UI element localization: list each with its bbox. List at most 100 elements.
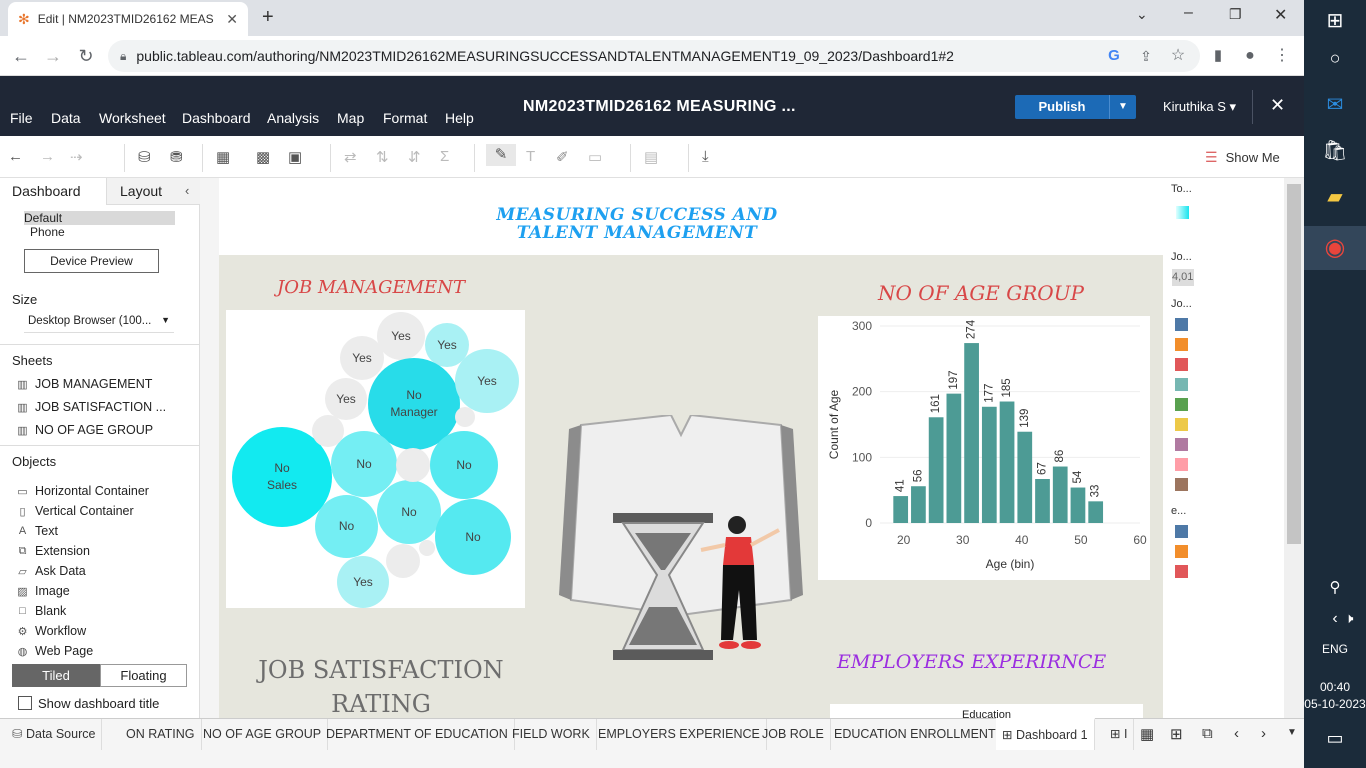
browser-tab[interactable]: ✻ Edit | NM2023TMID26162 MEAS ✕ [8,2,248,36]
vertical-scrollbar[interactable] [1284,178,1304,718]
histogram-bar[interactable] [1035,479,1050,523]
close-window-button[interactable]: ✕ [1274,5,1287,25]
publish-button[interactable]: Publish ▼ [1015,95,1136,119]
sort-asc-icon[interactable]: ⇅ [376,148,389,166]
mail-icon[interactable]: ✉ [1304,92,1366,117]
new-sheet-icon[interactable]: ▦ [216,148,230,166]
bubble-small[interactable] [396,448,430,482]
job-management-chart[interactable]: Yes Yes Yes Yes No Manager Yes No Sales No… [226,310,525,608]
reload-icon[interactable]: ↻ [74,44,98,68]
duplicate-sheet-icon[interactable]: ▩ [256,148,270,166]
scroll-thumb[interactable] [1287,184,1301,544]
histogram-bar[interactable] [928,417,944,523]
show-title-checkbox[interactable] [18,696,32,710]
menu-file[interactable]: File [10,110,33,126]
menu-analysis[interactable]: Analysis [267,110,319,126]
tab-dashboard-1[interactable]: ⊞ Dashboard 1 [996,718,1095,750]
labels-icon[interactable]: T [526,148,535,165]
tab-job-role[interactable]: JOB ROLE [756,719,831,750]
histogram-bar[interactable] [964,343,979,523]
browser-menu-icon[interactable]: ⋮ [1270,44,1294,68]
device-phone[interactable]: Phone [30,225,65,239]
legend-jo-swatch[interactable] [1175,438,1188,451]
presentation-icon[interactable]: ▤ [644,148,658,166]
histogram-bar[interactable] [1017,431,1033,523]
device-preview-button[interactable]: Device Preview [24,249,159,273]
employers-experience-chart[interactable]: Education [830,704,1143,718]
object-image[interactable]: ▨ Image [16,584,69,598]
google-icon[interactable]: G [1102,44,1126,68]
histogram-bar[interactable] [1052,466,1068,523]
object-blank[interactable]: □ Blank [16,604,66,618]
tab-data-source[interactable]: ⛁ Data Source [6,719,103,750]
menu-worksheet[interactable]: Worksheet [99,110,166,126]
tab-next-hidden[interactable]: ⊞ I [1104,719,1135,750]
chrome-icon[interactable]: ◉ [1304,226,1366,270]
windows-start-icon[interactable]: ⊞ [1304,8,1366,33]
legend-jo-swatch[interactable] [1175,478,1188,491]
object-web-page[interactable]: ◍ Web Page [16,644,93,658]
highlight-icon[interactable]: ✎ [486,144,516,166]
new-tab-button[interactable]: + [262,6,274,29]
tab-search-icon[interactable]: ⌄ [1136,6,1148,23]
histogram-bar[interactable] [981,406,997,523]
legend-jo-swatch[interactable] [1175,398,1188,411]
tabs-menu-icon[interactable]: ▼ [1287,727,1297,738]
legend-e-swatch[interactable] [1175,525,1188,538]
side-panel-icon[interactable]: ▮ [1206,44,1230,68]
new-story-icon[interactable]: ⧉ [1202,725,1213,742]
bubble-yes-1[interactable]: Yes [377,312,425,360]
legend-e-swatch[interactable] [1175,545,1188,558]
new-dashboard-icon[interactable]: ⊞ [1170,725,1183,743]
bubble-yes-4[interactable]: Yes [325,378,367,420]
bubble-small[interactable] [419,540,435,556]
download-icon[interactable]: ⤓ [702,148,709,165]
back-icon[interactable]: ← [9,44,33,68]
bubble-yes-3[interactable]: Yes [340,336,384,380]
tab-dashboard[interactable]: Dashboard [0,178,106,205]
object-ask-data[interactable]: ▱ Ask Data [16,564,85,578]
collapse-pane-icon[interactable]: ‹ [185,183,189,198]
chevron-down-icon[interactable]: ▼ [1110,95,1136,119]
bubble-no-5[interactable]: No [435,499,511,575]
share-icon[interactable]: ⇪ [1134,44,1158,68]
new-datasource-icon[interactable]: ⛁ [138,148,151,166]
histogram-bar[interactable] [1070,487,1086,523]
language-indicator[interactable]: ENG [1304,642,1366,656]
object-horizontal-container[interactable]: ▭ Horizontal Container [16,484,149,498]
close-authoring-icon[interactable]: ✕ [1270,95,1285,116]
scroll-tabs-left-icon[interactable]: ‹ [1234,725,1239,742]
totals-icon[interactable]: Σ [440,148,449,165]
undo-icon[interactable]: ← [8,148,23,165]
bubble-yes-5[interactable]: Yes [455,349,519,413]
bubble-small[interactable] [312,415,344,447]
histogram-bar[interactable] [946,393,962,523]
bubble-no-3[interactable]: No [315,495,378,558]
profile-avatar-icon[interactable]: ● [1238,44,1262,68]
bubble-yes-6[interactable]: Yes [337,556,389,608]
tiled-button[interactable]: Tiled [12,664,100,687]
size-select[interactable]: Desktop Browser (100... ▼ [24,315,174,333]
people-icon[interactable]: ⚲ [1304,578,1366,596]
legend-e-swatch[interactable] [1175,565,1188,578]
menu-format[interactable]: Format [383,110,427,126]
object-extension[interactable]: ⧉ Extension [16,544,90,558]
new-worksheet-icon[interactable]: ▦ [1140,725,1154,743]
bookmark-star-icon[interactable]: ☆ [1166,44,1190,68]
sort-desc-icon[interactable]: ⇵ [408,148,421,166]
floating-button[interactable]: Floating [100,664,187,687]
clock-date[interactable]: 05-10-2023 [1304,697,1366,711]
legend-jo-swatch[interactable] [1175,318,1188,331]
cortana-icon[interactable]: ○ [1304,48,1366,69]
object-text[interactable]: A Text [16,524,58,538]
clock-time[interactable]: 00:40 [1304,680,1366,694]
tab-on-rating[interactable]: ON RATING [120,719,202,750]
legend-jo-swatch[interactable] [1175,378,1188,391]
menu-help[interactable]: Help [445,110,474,126]
scroll-tabs-right-icon[interactable]: › [1261,725,1266,742]
histogram-bar[interactable] [999,401,1015,523]
swap-icon[interactable]: ⇄ [344,148,357,166]
pause-updates-icon[interactable]: ⛃ [170,148,183,166]
format-icon[interactable]: ✐ [556,148,569,166]
tab-field-work[interactable]: FIELD WORK [506,719,597,750]
